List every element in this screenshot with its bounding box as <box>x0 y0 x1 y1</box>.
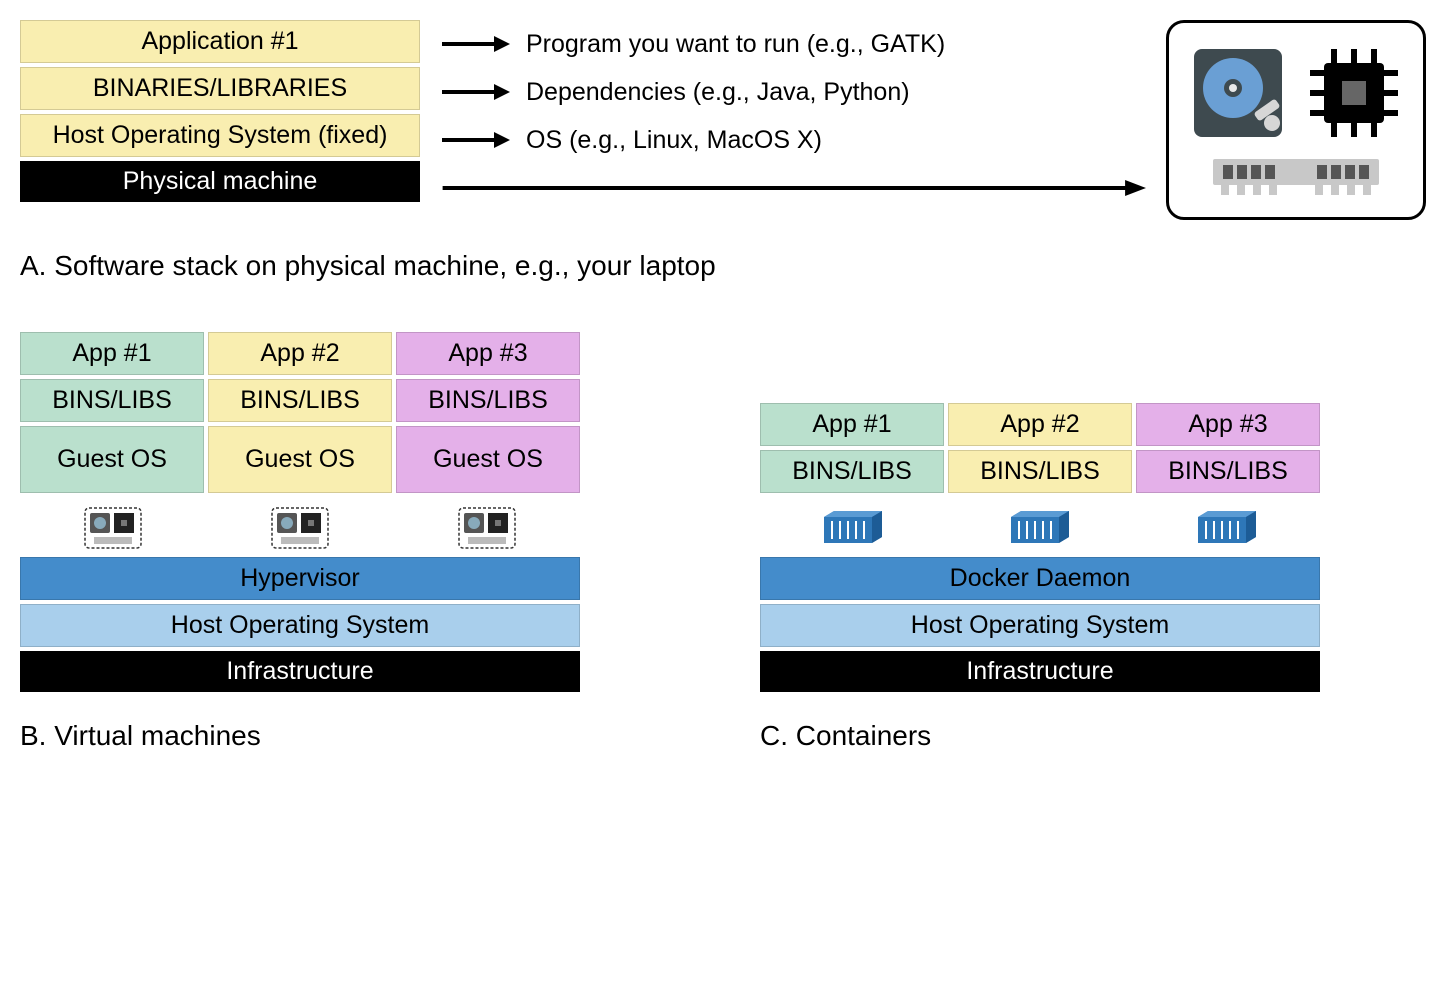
caption-b: B. Virtual machines <box>20 720 580 752</box>
stack-a: Application #1 BINARIES/LIBRARIES Host O… <box>20 20 420 202</box>
hardware-box <box>1166 20 1426 220</box>
layer-physical-machine: Physical machine <box>20 161 420 202</box>
arrow-icon <box>440 82 510 102</box>
layer-binaries-libraries: BINARIES/LIBRARIES <box>20 67 420 110</box>
vm-hardware-icons-row <box>20 505 580 551</box>
explanations-column: Program you want to run (e.g., GATK) Dep… <box>440 20 1146 210</box>
vm-hardware-icon <box>458 507 516 549</box>
container-app-1: App #1 <box>760 403 944 446</box>
container-bins-2: BINS/LIBS <box>948 450 1132 493</box>
vm-hardware-icon <box>271 507 329 549</box>
vm-bins-1: BINS/LIBS <box>20 379 204 422</box>
caption-c: C. Containers <box>760 720 1320 752</box>
hard-disk-icon <box>1188 43 1288 143</box>
explanation-text: Dependencies (e.g., Java, Python) <box>526 78 910 107</box>
container-app-3: App #3 <box>1136 403 1320 446</box>
layer-infrastructure-b: Infrastructure <box>20 651 580 692</box>
vm-hardware-icon <box>84 507 142 549</box>
vm-guest-os-3: Guest OS <box>396 426 580 493</box>
vm-guest-os-2: Guest OS <box>208 426 392 493</box>
container-icon <box>1196 509 1258 547</box>
container-icons-row <box>760 505 1320 551</box>
layer-host-os-c: Host Operating System <box>760 604 1320 647</box>
caption-a: A. Software stack on physical machine, e… <box>20 250 1426 282</box>
vm-app-3: App #3 <box>396 332 580 375</box>
layer-host-os: Host Operating System (fixed) <box>20 114 420 157</box>
explanation-text: OS (e.g., Linux, MacOS X) <box>526 126 822 155</box>
section-a: Application #1 BINARIES/LIBRARIES Host O… <box>20 20 1426 220</box>
cpu-icon <box>1304 43 1404 143</box>
ram-icon <box>1211 153 1381 197</box>
container-app-2: App #2 <box>948 403 1132 446</box>
layer-hypervisor: Hypervisor <box>20 557 580 600</box>
container-bins-3: BINS/LIBS <box>1136 450 1320 493</box>
container-icon <box>822 509 884 547</box>
arrow-icon <box>440 34 510 54</box>
vm-bins-2: BINS/LIBS <box>208 379 392 422</box>
layer-infrastructure-c: Infrastructure <box>760 651 1320 692</box>
arrow-long-icon <box>440 178 1146 198</box>
vm-guest-os-1: Guest OS <box>20 426 204 493</box>
layer-docker-daemon: Docker Daemon <box>760 557 1320 600</box>
vm-bins-3: BINS/LIBS <box>396 379 580 422</box>
arrow-icon <box>440 130 510 150</box>
explanation-text: Program you want to run (e.g., GATK) <box>526 30 945 59</box>
vm-app-2: App #2 <box>208 332 392 375</box>
container-bins-1: BINS/LIBS <box>760 450 944 493</box>
layer-application: Application #1 <box>20 20 420 63</box>
vm-app-1: App #1 <box>20 332 204 375</box>
container-icon <box>1009 509 1071 547</box>
layer-host-os-b: Host Operating System <box>20 604 580 647</box>
panel-containers: App #1 App #2 App #3 BINS/LIBS BINS/LIBS… <box>760 403 1320 752</box>
panel-virtual-machines: App #1 App #2 App #3 BINS/LIBS BINS/LIBS… <box>20 332 580 752</box>
